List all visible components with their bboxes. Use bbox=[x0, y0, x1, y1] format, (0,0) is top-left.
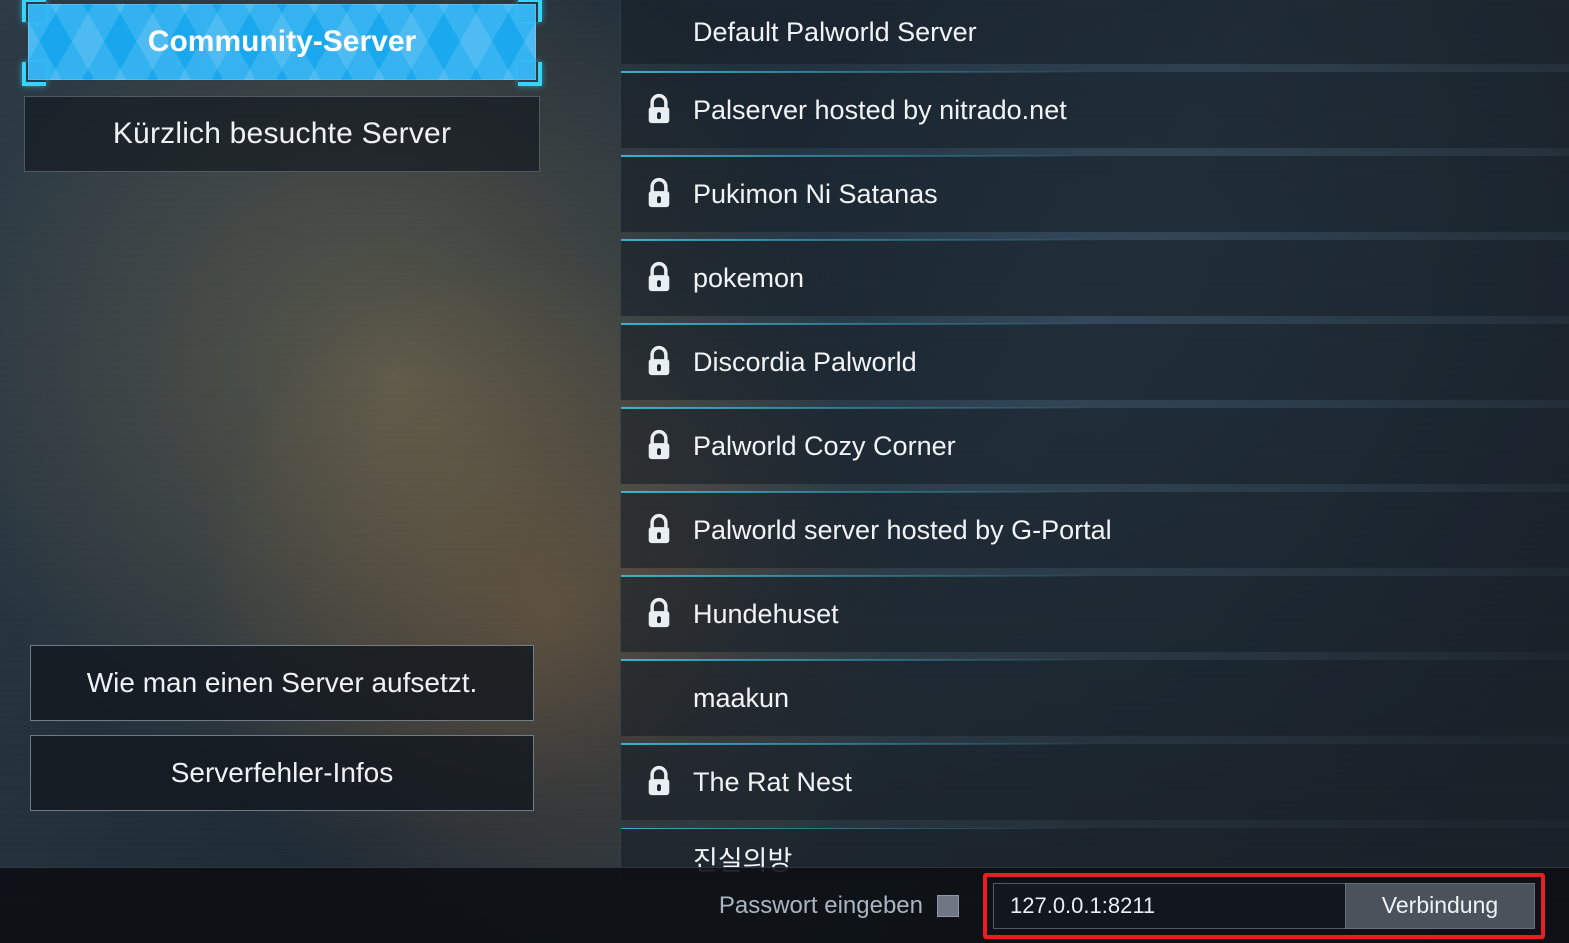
password-label: Passwort eingeben bbox=[719, 892, 923, 920]
server-name: Palserver hosted by nitrado.net bbox=[693, 95, 1067, 126]
connect-button[interactable]: Verbindung bbox=[1345, 883, 1535, 929]
tab-recent-servers[interactable]: Kürzlich besuchte Server bbox=[24, 96, 540, 172]
server-row[interactable]: The Rat Nest bbox=[620, 744, 1569, 820]
server-list[interactable]: Default Palworld Server Palserver hosted … bbox=[620, 0, 1569, 880]
server-row[interactable]: Palserver hosted by nitrado.net bbox=[620, 72, 1569, 148]
server-row[interactable]: maakun bbox=[620, 660, 1569, 736]
lock-icon bbox=[645, 429, 673, 461]
server-row[interactable]: pokemon bbox=[620, 240, 1569, 316]
connect-button-label: Verbindung bbox=[1382, 892, 1498, 919]
help-setup-label: Wie man einen Server aufsetzt. bbox=[87, 667, 478, 699]
ip-address-input[interactable] bbox=[993, 883, 1345, 929]
lock-icon bbox=[645, 597, 673, 629]
direct-connect-group: Verbindung bbox=[983, 873, 1545, 939]
lock-icon bbox=[645, 93, 673, 125]
server-name: Palworld Cozy Corner bbox=[693, 431, 956, 462]
server-row[interactable]: Hundehuset bbox=[620, 576, 1569, 652]
help-errors-button[interactable]: Serverfehler-Infos bbox=[30, 735, 534, 811]
bottom-bar: Passwort eingeben Verbindung bbox=[0, 867, 1569, 943]
password-checkbox[interactable] bbox=[937, 895, 959, 917]
server-name: maakun bbox=[693, 683, 789, 714]
tab-community-label: Community-Server bbox=[148, 25, 416, 59]
help-errors-label: Serverfehler-Infos bbox=[171, 757, 394, 789]
server-name: Hundehuset bbox=[693, 599, 839, 630]
server-browser-screen: Community-Server Kürzlich besuchte Serve… bbox=[0, 0, 1569, 943]
server-row[interactable]: Palworld server hosted by G-Portal bbox=[620, 492, 1569, 568]
server-row[interactable]: Pukimon Ni Satanas bbox=[620, 156, 1569, 232]
server-row[interactable]: Default Palworld Server bbox=[620, 0, 1569, 64]
help-setup-button[interactable]: Wie man einen Server aufsetzt. bbox=[30, 645, 534, 721]
server-name: The Rat Nest bbox=[693, 767, 852, 798]
lock-icon bbox=[645, 177, 673, 209]
server-name: Pukimon Ni Satanas bbox=[693, 179, 938, 210]
lock-icon bbox=[645, 345, 673, 377]
lock-icon bbox=[645, 765, 673, 797]
help-stack: Wie man einen Server aufsetzt. Serverfeh… bbox=[30, 645, 534, 825]
server-name: Palworld server hosted by G-Portal bbox=[693, 515, 1112, 546]
server-name: Discordia Palworld bbox=[693, 347, 917, 378]
tab-community-wrap: Community-Server bbox=[24, 0, 540, 84]
server-name: pokemon bbox=[693, 263, 804, 294]
server-row[interactable]: Palworld Cozy Corner bbox=[620, 408, 1569, 484]
tab-stack: Community-Server Kürzlich besuchte Serve… bbox=[24, 0, 540, 172]
tab-recent-label: Kürzlich besuchte Server bbox=[113, 117, 451, 151]
lock-icon bbox=[645, 513, 673, 545]
server-row[interactable]: Discordia Palworld bbox=[620, 324, 1569, 400]
lock-icon bbox=[645, 261, 673, 293]
tab-community-server[interactable]: Community-Server bbox=[28, 4, 536, 80]
server-name: Default Palworld Server bbox=[693, 17, 977, 48]
